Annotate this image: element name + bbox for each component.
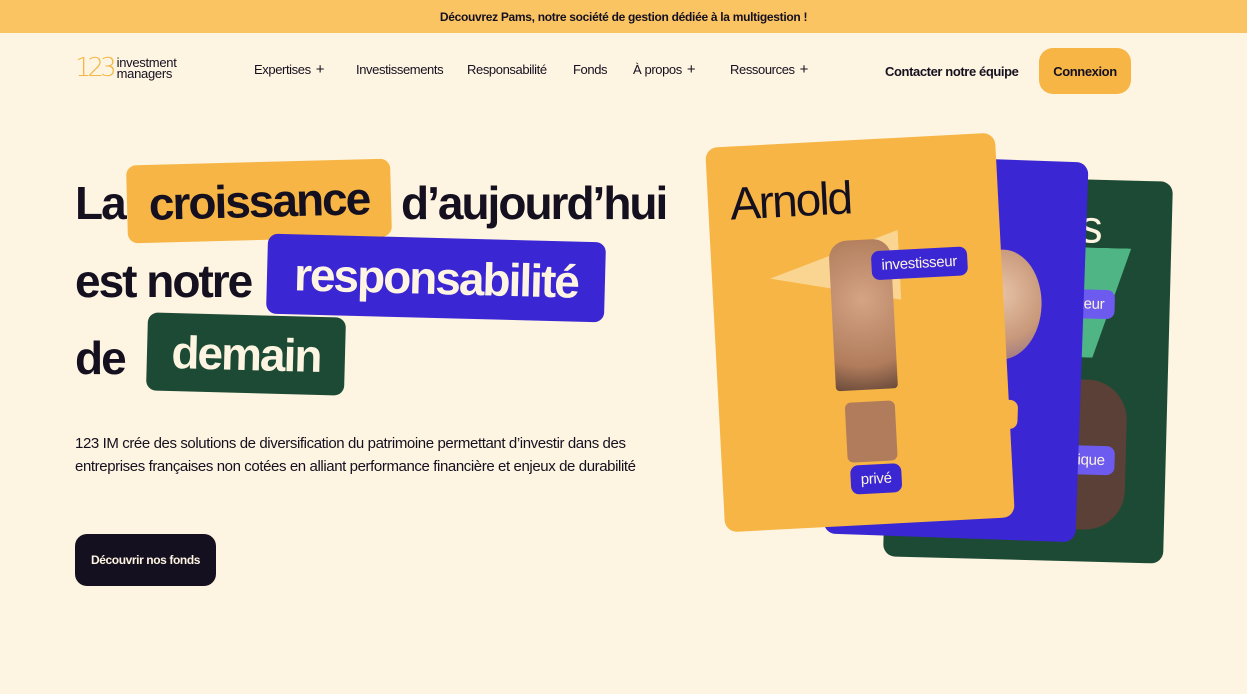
plus-icon: + [686,61,696,78]
nav-label: Ressources [730,62,795,77]
nav-label: À propos [633,62,682,77]
announcement-text[interactable]: Découvrez Pams, notre société de gestion… [440,10,808,24]
headline-word: de [75,332,127,384]
nav-label: Fonds [573,62,608,77]
login-button[interactable]: Connexion [1039,48,1131,94]
plus-icon: + [315,61,325,78]
nav-ressources[interactable]: Ressources + [730,62,820,77]
logo-line-2: managers [116,66,173,81]
plus-icon: + [799,61,809,78]
announcement-bar[interactable]: Découvrez Pams, notre société de gestion… [0,0,1247,33]
highlight-responsabilite: responsabilité [266,233,606,323]
card-name: Arnold [728,171,853,230]
nav-a-propos[interactable]: À propos + [633,62,730,77]
headline-word: d’aujourd’hui [401,177,668,229]
nav-investissements[interactable]: Investissements [356,62,467,77]
nav-responsabilite[interactable]: Responsabilité [467,62,573,77]
main-nav: Expertises + Investissements Responsabil… [254,62,820,77]
person-photo-fragment [844,400,898,463]
highlight-croissance: croissance [126,158,392,244]
profile-card-front: Arnold investisseur privé [705,132,1015,533]
headline-highlight-text: responsabilité [293,248,579,308]
discover-funds-button[interactable]: Découvrir nos fonds [75,534,216,586]
logo-wordmark: investment managers [116,56,177,81]
headline-highlight-text: croissance [148,172,370,230]
hero-description: 123 IM crée des solutions de diversifica… [75,435,636,475]
nav-label: Responsabilité [467,62,547,77]
card-tag: investisseur [870,246,968,281]
nav-expertises[interactable]: Expertises + [254,62,356,77]
highlight-demain: demain [146,312,346,396]
contact-team-link[interactable]: Contacter notre équipe [885,64,1019,79]
nav-fonds[interactable]: Fonds [573,62,633,77]
logo-mark: 123 [75,53,117,83]
nav-label: Expertises [254,62,311,77]
logo[interactable]: 123 investment managers [75,55,177,81]
headline-word: est notre [75,255,253,307]
nav-label: Investissements [356,62,444,77]
headline-word: La [75,177,127,229]
card-tag: privé [849,463,903,495]
headline-highlight-text: demain [170,326,322,382]
